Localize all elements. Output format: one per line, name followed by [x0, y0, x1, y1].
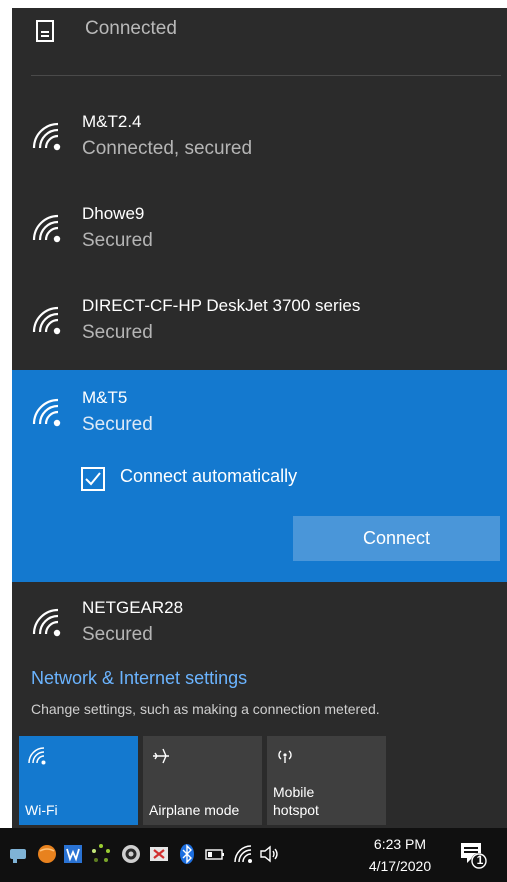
taskbar: 6:23 PM 4/17/2020 1 [0, 828, 507, 882]
network-status: Secured [82, 230, 153, 251]
target-icon[interactable] [120, 843, 142, 865]
wired-connection[interactable]: Connected [12, 8, 507, 68]
wifi-secured-icon [32, 122, 61, 151]
volume-icon[interactable] [258, 843, 280, 865]
loading-spinner-icon[interactable] [90, 843, 112, 865]
app-tray-icon[interactable] [8, 843, 30, 865]
mobile-hotspot-label-line1: Mobile [273, 784, 315, 800]
network-flyout: Connected M&T2.4 Connected, secured Dhow… [12, 8, 507, 828]
wifi-icon [28, 747, 46, 765]
airplane-mode-label: Airplane mode [149, 802, 240, 818]
connect-automatically-checkbox[interactable] [81, 467, 105, 491]
wifi-tile[interactable]: Wi-Fi [19, 736, 138, 825]
network-name: DIRECT-CF-HP DeskJet 3700 series [82, 296, 361, 315]
network-status: Secured [82, 322, 153, 343]
airplane-mode-tile[interactable]: Airplane mode [143, 736, 262, 825]
network-status: Connected, secured [82, 138, 253, 159]
wifi-secured-icon [32, 214, 61, 243]
connect-button[interactable]: Connect [293, 516, 500, 561]
network-item-mt5[interactable]: M&T5 Secured Connect automatically Conne… [12, 370, 507, 582]
network-status: Secured [82, 414, 153, 435]
checkmark-icon [85, 472, 101, 486]
network-item-dhowe9[interactable]: Dhowe9 Secured [12, 204, 507, 296]
divider [31, 75, 501, 76]
network-name: Dhowe9 [82, 204, 145, 223]
settings-description: Change settings, such as making a connec… [31, 701, 380, 717]
wired-status: Connected [85, 18, 177, 39]
airplane-icon [153, 748, 169, 764]
hotspot-icon [278, 750, 292, 763]
wifi-tile-label: Wi-Fi [25, 802, 58, 818]
network-item-mt2-4[interactable]: M&T2.4 Connected, secured [12, 112, 507, 204]
clock-date: 4/17/2020 [368, 858, 432, 874]
blue-w-icon[interactable] [62, 843, 84, 865]
orange-ball-icon[interactable] [36, 843, 58, 865]
wifi-secured-icon [32, 306, 61, 335]
clock[interactable]: 6:23 PM 4/17/2020 [355, 833, 445, 877]
wifi-secured-icon [32, 398, 61, 427]
wifi-tray-icon[interactable] [232, 843, 254, 865]
wifi-secured-icon [32, 608, 61, 637]
network-name: M&T5 [82, 388, 128, 407]
network-name: NETGEAR28 [82, 598, 184, 617]
network-internet-settings-link[interactable]: Network & Internet settings [31, 668, 247, 689]
monitor-icon [36, 20, 54, 42]
clock-time: 6:23 PM [373, 836, 427, 852]
mobile-hotspot-label-line2: hotspot [273, 802, 319, 818]
network-name: M&T2.4 [82, 112, 142, 131]
connect-automatically-label[interactable]: Connect automatically [120, 466, 297, 487]
notification-count-badge: 1 [476, 853, 484, 867]
mobile-hotspot-label: Mobile hotspot [273, 783, 319, 819]
bluetooth-icon[interactable] [176, 843, 198, 865]
battery-icon[interactable] [204, 843, 226, 865]
red-x-mail-icon[interactable] [148, 843, 170, 865]
mobile-hotspot-tile[interactable]: Mobile hotspot [267, 736, 386, 825]
network-status: Secured [82, 624, 153, 645]
